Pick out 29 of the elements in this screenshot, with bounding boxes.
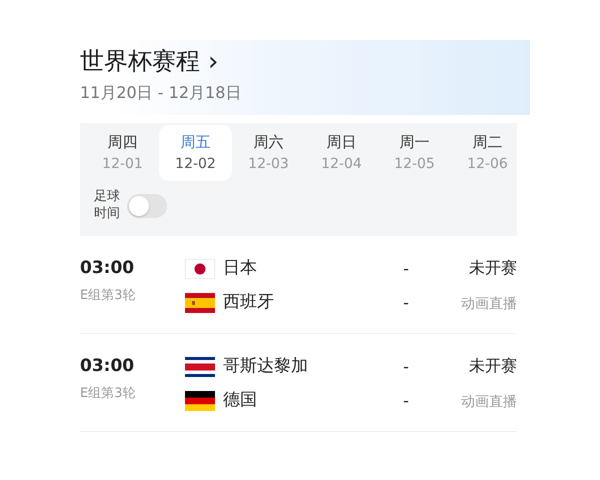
toggle-switch[interactable]	[126, 194, 167, 218]
match-status: 未开赛	[468, 257, 517, 280]
flag-icon	[185, 357, 215, 378]
score: -	[402, 390, 410, 412]
team-name: 哥斯达黎加	[223, 355, 309, 378]
page-title: 世界杯赛程	[80, 46, 200, 77]
team-name: 德国	[223, 388, 258, 412]
score: -	[402, 258, 410, 280]
flag-icon	[185, 390, 215, 411]
score: -	[402, 356, 410, 378]
day-tab[interactable]: 周五 12-02	[159, 125, 232, 181]
day-tab[interactable]: 周日 12-04	[305, 125, 378, 181]
round-label: E组第3轮	[80, 286, 136, 305]
flag-icon	[185, 292, 215, 313]
day-tab[interactable]: 周四 12-01	[86, 125, 159, 181]
match-time: 03:00	[80, 257, 136, 280]
team-name: 日本	[223, 257, 258, 280]
flag-icon	[185, 259, 215, 280]
day-tab[interactable]: 周二 12-06	[451, 125, 524, 181]
team-name: 西班牙	[223, 290, 275, 314]
date-range: 11月20日 - 12月18日	[80, 82, 242, 104]
chevron-button[interactable]: ›	[208, 48, 218, 75]
day-tab[interactable]: 周一 12-05	[378, 125, 451, 181]
match-time: 03:00	[80, 355, 136, 378]
score: -	[402, 292, 410, 314]
match-status: 未开赛	[468, 355, 517, 378]
day-tab[interactable]: 周六 12-03	[232, 125, 305, 181]
round-label: E组第3轮	[80, 384, 136, 403]
toggle-label: 足球时间	[94, 188, 121, 222]
